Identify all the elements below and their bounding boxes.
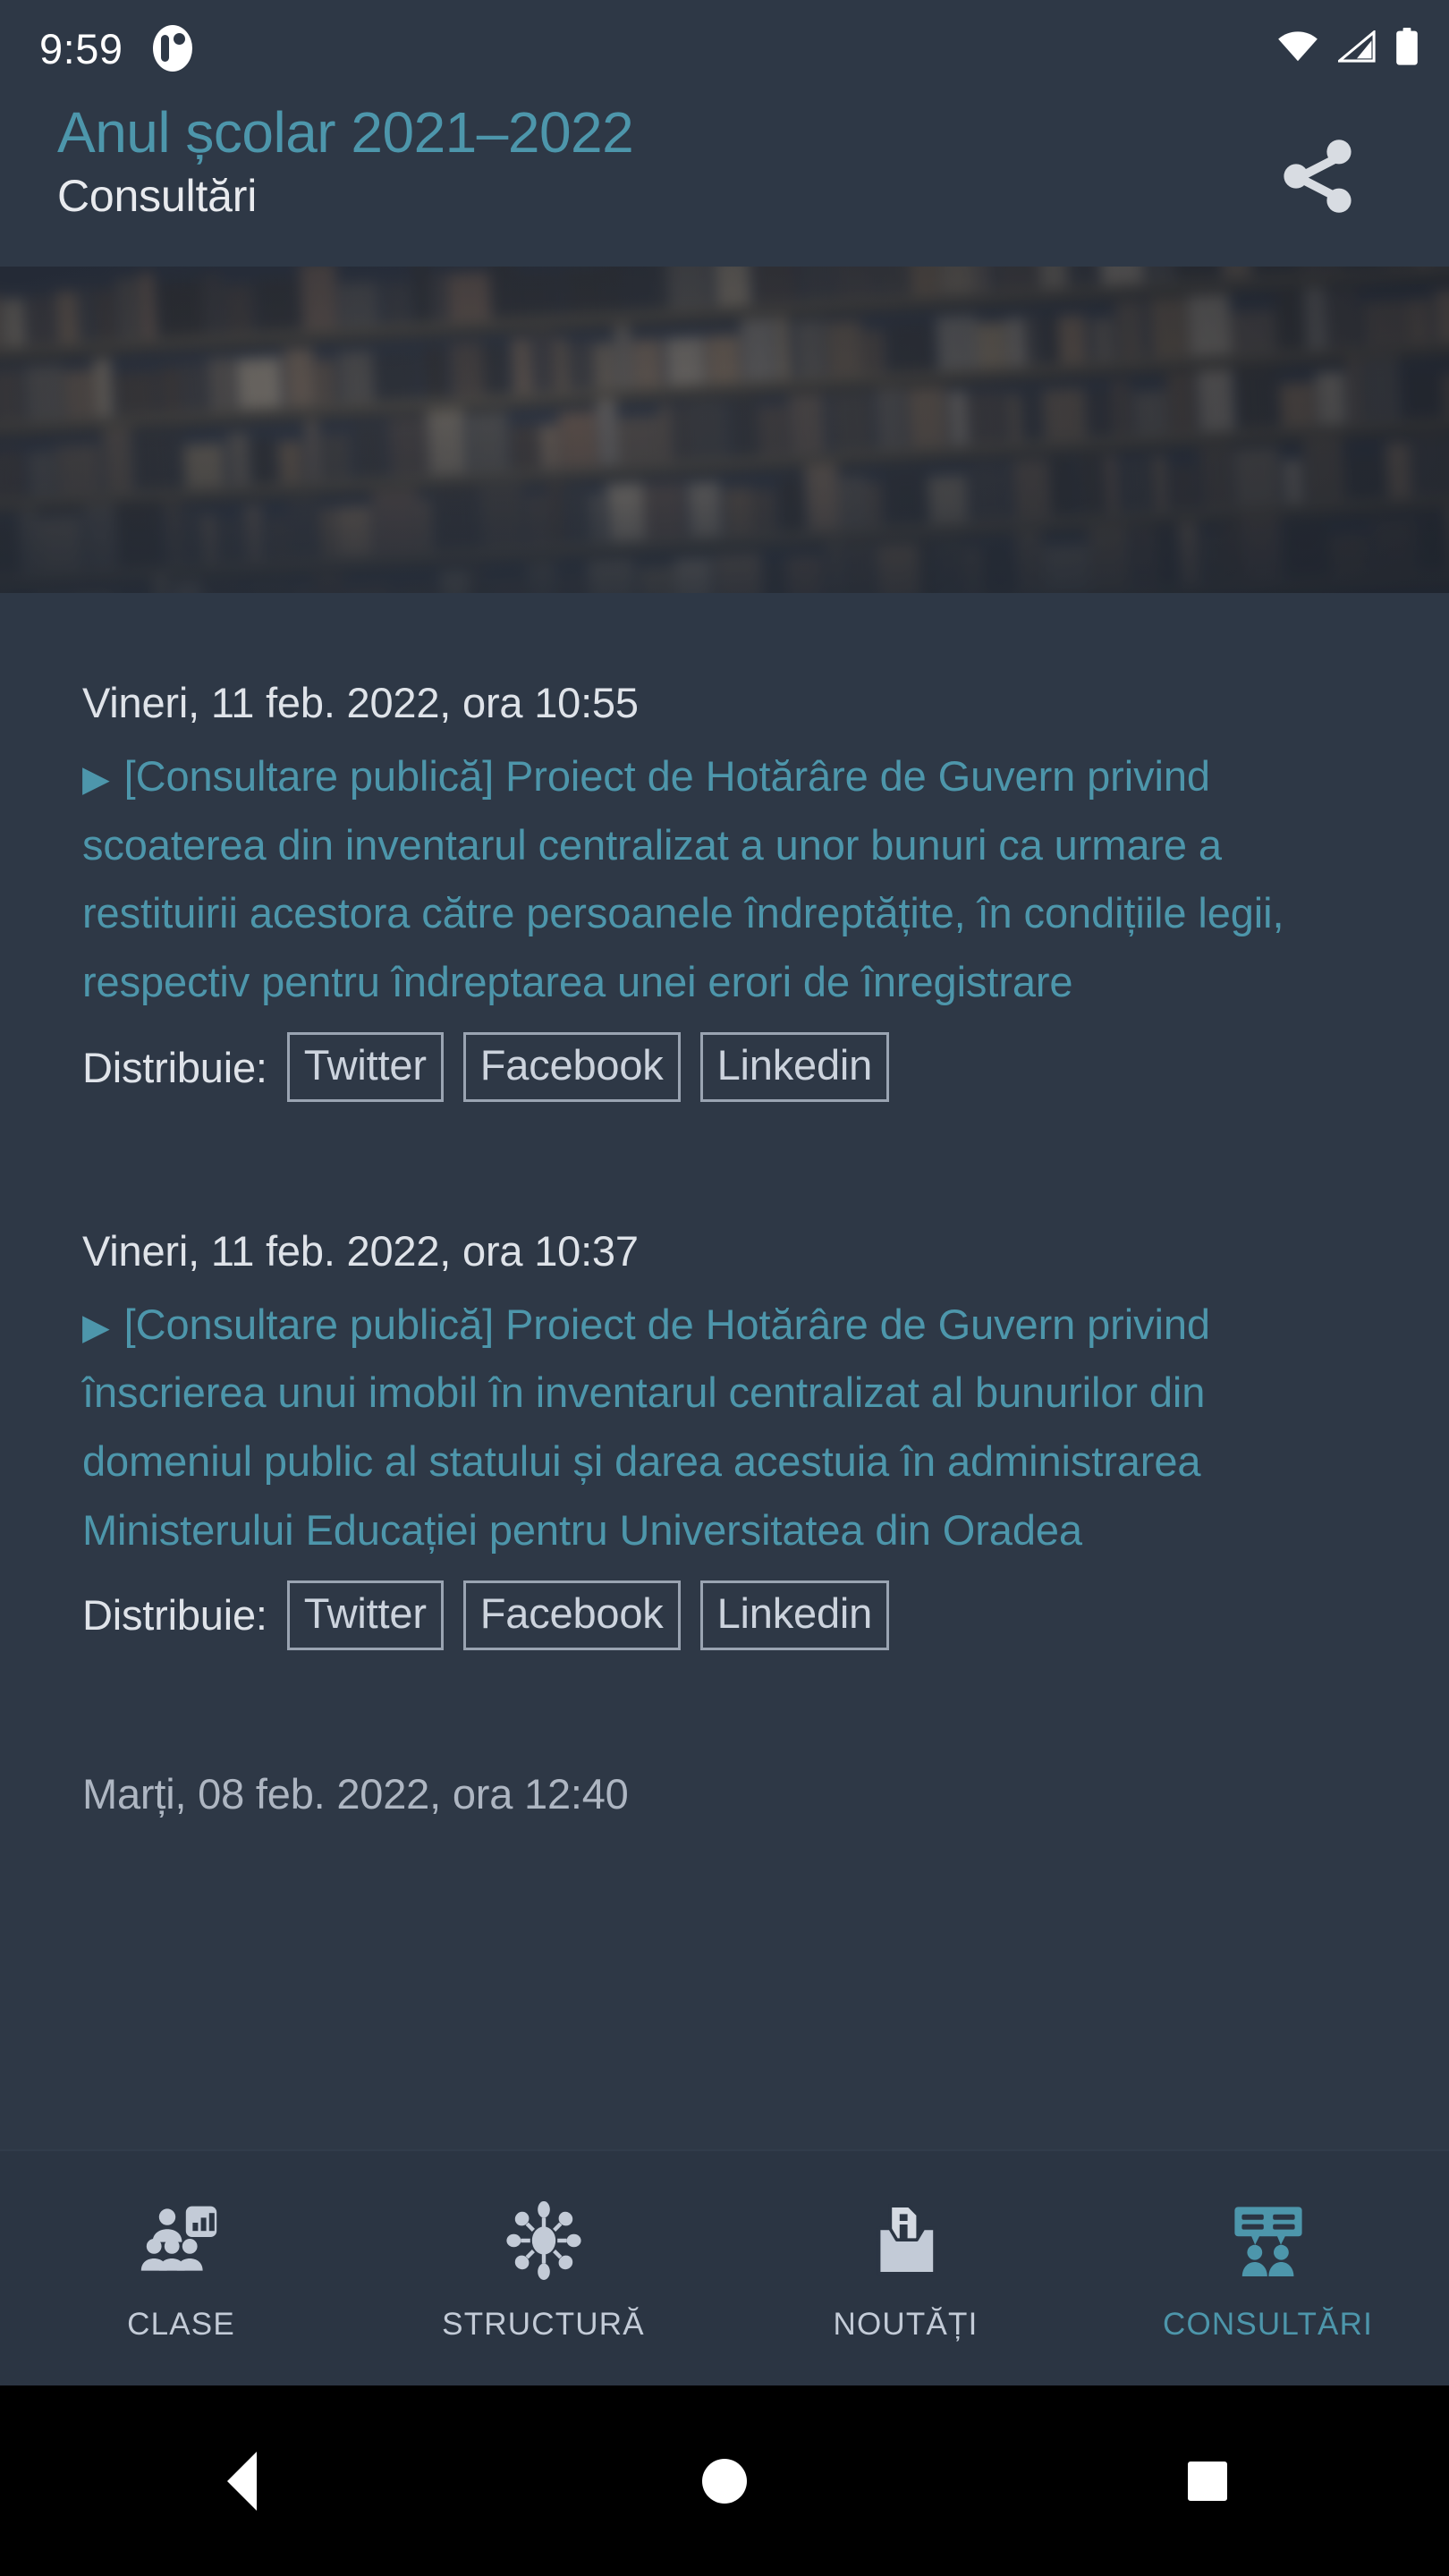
consultations-list[interactable]: Vineri, 11 feb. 2022, ora 10:55 ▶ [Consul… (0, 593, 1449, 2149)
entry-link-text: [Consultare publică] Proiect de Hotărâre… (82, 751, 1284, 1005)
cellular-signal-icon (1335, 29, 1376, 67)
share-linkedin-button[interactable]: Linkedin (699, 1032, 890, 1102)
entry-link[interactable]: ▶ [Consultare publică] Proiect de Hotărâr… (82, 1291, 1367, 1564)
hero-vignette (0, 267, 1449, 593)
structure-network-icon (501, 2194, 587, 2287)
share-button[interactable] (1250, 111, 1385, 245)
app-bar: Anul școlar 2021–2022 Consultări (0, 97, 1449, 267)
share-label: Distribuie: (82, 1591, 267, 1640)
tab-label: STRUCTURĂ (442, 2307, 645, 2342)
tab-label: CLASE (127, 2307, 235, 2342)
tab-structura[interactable]: STRUCTURĂ (362, 2194, 724, 2343)
android-recents-button[interactable] (966, 2461, 1449, 2501)
status-bar: 9:59 (0, 0, 1449, 97)
phone-screen: 9:59 Anul școlar 2021–2022 Consultări Vi… (0, 0, 1449, 2576)
tab-consultari[interactable]: CONSULTĂRI (1087, 2194, 1449, 2343)
consultations-people-chat-icon (1225, 2194, 1311, 2287)
android-back-button[interactable] (0, 2451, 483, 2511)
app-bar-titles: Anul școlar 2021–2022 Consultări (57, 98, 634, 224)
tab-noutati[interactable]: NOUTĂȚI (724, 2194, 1087, 2343)
list-item: Vineri, 11 feb. 2022, ora 10:55 ▶ [Consul… (82, 593, 1367, 1102)
entry-link[interactable]: ▶ [Consultare publică] Proiect de Hotărâr… (82, 742, 1367, 1016)
hero-image (0, 267, 1449, 593)
entry-date: Marți, 08 feb. 2022, ora 12:40 (82, 1769, 629, 1818)
battery-icon (1395, 27, 1419, 70)
tab-label: NOUTĂȚI (833, 2307, 979, 2342)
play-triangle-icon: ▶ (82, 1307, 110, 1347)
share-linkedin-button[interactable]: Linkedin (699, 1580, 890, 1650)
share-facebook-button[interactable]: Facebook (462, 1032, 681, 1102)
entry-date: Vineri, 11 feb. 2022, ora 10:55 (82, 679, 639, 726)
back-triangle-icon (226, 2451, 257, 2511)
classes-people-chart-icon (139, 2194, 225, 2287)
tab-clase[interactable]: CLASE (0, 2194, 362, 2343)
recents-square-icon (1188, 2461, 1227, 2501)
page-subtitle: Consultări (57, 171, 258, 222)
android-home-button[interactable] (483, 2458, 966, 2504)
page-title: Anul școlar 2021–2022 (57, 100, 634, 165)
status-bar-right (1277, 27, 1419, 70)
notification-app-icon (153, 25, 193, 72)
entry-link-text: [Consultare publică] Proiect de Hotărâre… (82, 1300, 1210, 1554)
list-item: Vineri, 11 feb. 2022, ora 10:37 ▶ [Consul… (82, 1102, 1367, 1650)
share-label: Distribuie: (82, 1043, 267, 1091)
status-clock: 9:59 (39, 24, 123, 72)
share-icon (1275, 133, 1360, 224)
share-row: Distribuie: Twitter Facebook Linkedin (82, 1032, 1367, 1102)
share-twitter-button[interactable]: Twitter (286, 1580, 444, 1650)
share-twitter-button[interactable]: Twitter (286, 1032, 444, 1102)
news-info-tray-icon (863, 2194, 949, 2287)
status-bar-left: 9:59 (39, 24, 193, 73)
share-facebook-button[interactable]: Facebook (462, 1580, 681, 1650)
list-item-partial: Marți, 08 feb. 2022, ora 12:40 (82, 1650, 1367, 1823)
tab-label: CONSULTĂRI (1163, 2307, 1373, 2342)
play-triangle-icon: ▶ (82, 758, 110, 799)
android-navigation-bar (0, 2385, 1449, 2576)
home-circle-icon (702, 2458, 747, 2504)
share-row: Distribuie: Twitter Facebook Linkedin (82, 1580, 1367, 1650)
entry-date: Vineri, 11 feb. 2022, ora 10:37 (82, 1226, 639, 1275)
bottom-navigation: CLASE STRUCTURĂ NOUTĂȚI CONSULTĂRI (0, 2149, 1449, 2385)
wifi-icon (1277, 30, 1318, 67)
